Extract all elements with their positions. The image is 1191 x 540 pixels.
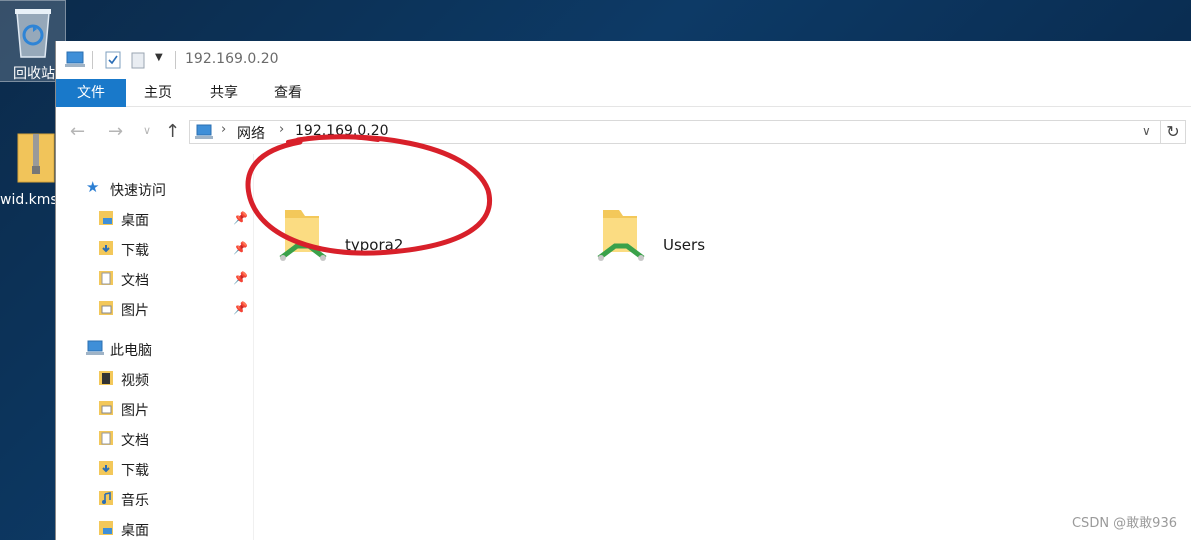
pin-icon[interactable]: 📌 (233, 241, 248, 255)
desktop-folder-icon (99, 211, 113, 225)
sidebar-group-label: 快速访问 (110, 183, 166, 199)
sidebar-item-documents[interactable]: 文档 📌 (98, 267, 254, 291)
sidebar-item-downloads[interactable]: 下载 📌 (98, 237, 254, 261)
sidebar-item-label: 下载 (121, 463, 149, 479)
sidebar-item-label: 图片 (121, 403, 149, 419)
ribbon-tabs: 文件 主页 共享 查看 (56, 79, 1191, 107)
sidebar-item-videos[interactable]: 视频 (98, 367, 254, 391)
navigation-bar: ← → ∨ ↑ › 网络 › 192.169.0.20 ∨ ↻ (56, 108, 1191, 154)
sidebar-item-desktop[interactable]: 桌面 (98, 517, 254, 540)
sidebar-this-pc[interactable]: 此电脑 (86, 337, 246, 361)
title-bar: ▼ 192.169.0.20 (56, 41, 1191, 79)
pin-icon[interactable]: 📌 (233, 301, 248, 315)
file-explorer-window: ▼ 192.169.0.20 文件 主页 共享 查看 ← → ∨ ↑ › 网络 … (55, 41, 1191, 540)
documents-folder-icon (99, 271, 113, 285)
titlebar-separator (175, 51, 176, 69)
sidebar-item-label: 视频 (121, 373, 149, 389)
navigation-pane: ★ 快速访问 桌面 📌 下载 📌 文档 📌 图片 📌 此电脑 视频 图片 文档 … (56, 154, 254, 540)
properties-checkbox-icon[interactable] (105, 51, 121, 69)
zip-file-label: wid.kms (0, 192, 58, 208)
network-share-folder-icon (279, 210, 327, 261)
zip-folder-icon (17, 133, 55, 183)
videos-folder-icon (99, 371, 113, 385)
pin-icon[interactable]: 📌 (233, 271, 248, 285)
address-bar[interactable]: › 网络 › 192.169.0.20 ∨ (189, 120, 1161, 144)
music-folder-icon (99, 491, 113, 505)
downloads-folder-icon (99, 461, 113, 475)
star-icon: ★ (86, 178, 100, 196)
network-computer-icon (65, 51, 85, 67)
csdn-watermark: CSDN @敢敢936 (1071, 516, 1177, 531)
titlebar-separator (92, 51, 93, 69)
breadcrumb-host[interactable]: 192.169.0.20 (295, 123, 389, 139)
share-folder-typora2[interactable]: typora2 (279, 204, 519, 276)
network-share-folder-icon (597, 210, 645, 261)
tab-share[interactable]: 共享 (198, 79, 250, 107)
sidebar-item-documents[interactable]: 文档 (98, 427, 254, 451)
window-title: 192.169.0.20 (185, 51, 279, 67)
address-dropdown-chevron-icon[interactable]: ∨ (1142, 124, 1151, 138)
up-arrow-icon[interactable]: ↑ (165, 121, 180, 142)
sidebar-item-pictures[interactable]: 图片 (98, 397, 254, 421)
downloads-folder-icon (99, 241, 113, 255)
sidebar-item-label: 桌面 (121, 213, 149, 229)
network-location-icon (195, 124, 213, 139)
breadcrumb-chevron-icon[interactable]: › (279, 122, 284, 137)
sidebar-item-desktop[interactable]: 桌面 📌 (98, 207, 254, 231)
tab-file[interactable]: 文件 (56, 79, 126, 107)
sidebar-item-label: 图片 (121, 303, 149, 319)
tab-view[interactable]: 查看 (262, 79, 314, 107)
recycle-bin-label: 回收站 (13, 66, 55, 82)
sidebar-item-label: 音乐 (121, 493, 149, 509)
sidebar-item-music[interactable]: 音乐 (98, 487, 254, 511)
sidebar-item-label: 文档 (121, 273, 149, 289)
breadcrumb-network[interactable]: 网络 (237, 123, 265, 143)
pin-icon[interactable]: 📌 (233, 211, 248, 225)
documents-folder-icon (99, 431, 113, 445)
tab-home[interactable]: 主页 (132, 79, 184, 107)
recycle-bin-icon (15, 9, 51, 58)
new-folder-icon[interactable] (131, 51, 145, 69)
pictures-folder-icon (99, 301, 113, 315)
share-folder-users[interactable]: Users (597, 204, 837, 276)
sidebar-quick-access[interactable]: ★ 快速访问 (86, 177, 246, 201)
forward-arrow-icon[interactable]: → (108, 121, 123, 142)
pictures-folder-icon (99, 401, 113, 415)
file-list: typora2 Users (255, 154, 1191, 540)
share-folder-name: typora2 (345, 236, 404, 254)
sidebar-item-label: 文档 (121, 433, 149, 449)
sidebar-item-label: 桌面 (121, 523, 149, 539)
sidebar-group-label: 此电脑 (110, 343, 152, 359)
desktop-folder-icon (99, 521, 113, 535)
refresh-button[interactable]: ↻ (1160, 120, 1186, 144)
sidebar-item-downloads[interactable]: 下载 (98, 457, 254, 481)
quick-access-dropdown-icon[interactable]: ▼ (155, 52, 163, 63)
computer-icon (86, 340, 104, 355)
sidebar-item-pictures[interactable]: 图片 📌 (98, 297, 254, 321)
refresh-icon: ↻ (1166, 122, 1180, 141)
recent-locations-chevron-icon[interactable]: ∨ (143, 124, 151, 137)
share-folder-name: Users (663, 236, 706, 254)
breadcrumb-chevron-icon[interactable]: › (221, 122, 226, 137)
sidebar-item-label: 下载 (121, 243, 149, 259)
back-arrow-icon[interactable]: ← (70, 121, 85, 142)
